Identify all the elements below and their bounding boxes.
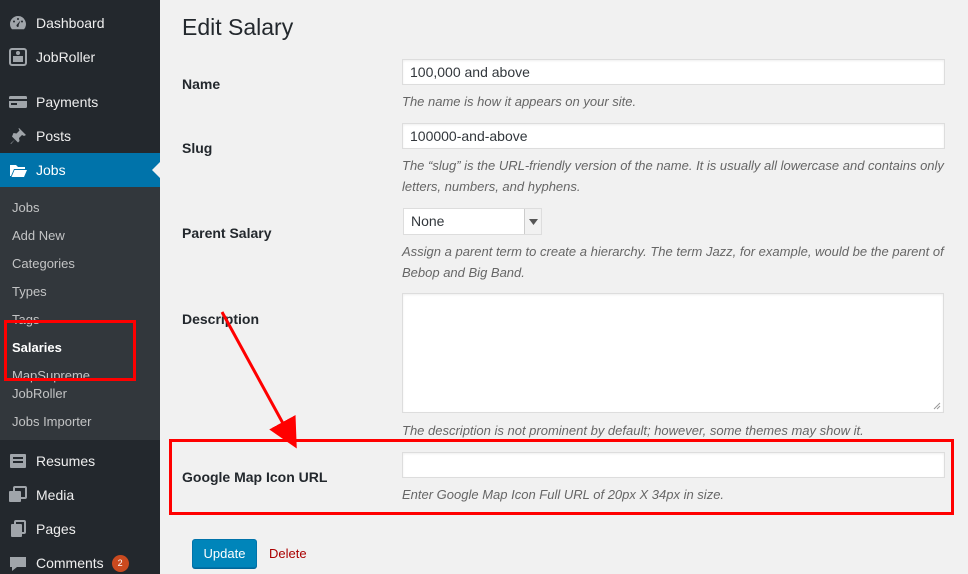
annotation-arrow <box>220 311 297 449</box>
arrow-line <box>220 311 297 449</box>
